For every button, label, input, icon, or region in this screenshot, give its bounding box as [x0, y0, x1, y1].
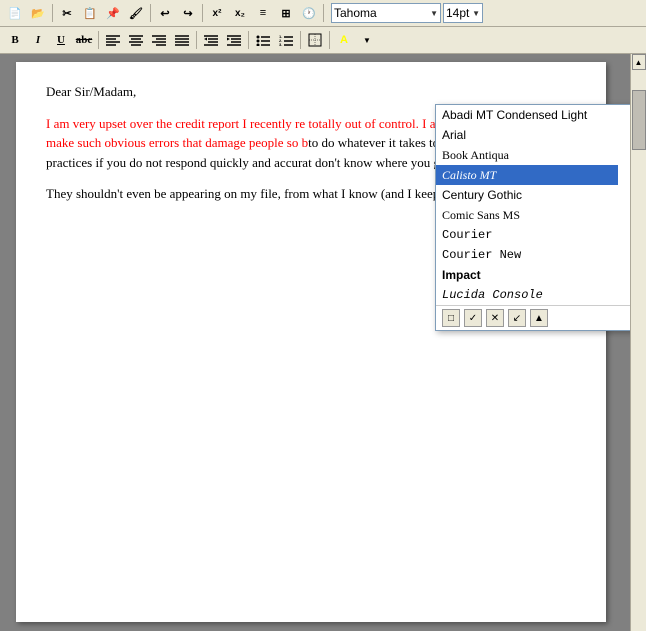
toolbar-container: 📄 📂 ✂ 📋 📌 🖌 ↩ ↪ x² x₂ ≡ ⊞ 🕐 Tahoma ▼ 14p… — [0, 0, 646, 54]
font-item-courier-new[interactable]: Courier New — [436, 245, 618, 265]
numbering-icon: 1. 2. 3. — [279, 34, 293, 46]
sep6 — [196, 31, 197, 49]
strikethrough-btn[interactable]: abc — [73, 29, 95, 51]
bold-btn[interactable]: B — [4, 29, 26, 51]
subscript-btn[interactable]: x₂ — [229, 2, 251, 24]
font-item-book-antiqua[interactable]: Book Antiqua — [436, 145, 618, 165]
font-size-dropdown[interactable]: 14pt ▼ — [443, 3, 483, 23]
cut-btn[interactable]: ✂ — [56, 2, 78, 24]
sep1 — [52, 4, 53, 22]
sep3 — [202, 4, 203, 22]
font-item-century-gothic[interactable]: Century Gothic — [436, 185, 618, 205]
font-item-calisto-mt[interactable]: Calisto MT — [436, 165, 618, 185]
font-size-arrow: ▼ — [472, 9, 480, 18]
superscript-btn[interactable]: x² — [206, 2, 228, 24]
numbering-btn[interactable]: 1. 2. 3. — [275, 29, 297, 51]
font-item-lucida-console[interactable]: Lucida Console — [436, 285, 618, 305]
indent-increase-icon — [204, 34, 218, 46]
align-left-icon — [106, 34, 120, 46]
toolbar-row1: 📄 📂 ✂ 📋 📌 🖌 ↩ ↪ x² x₂ ≡ ⊞ 🕐 Tahoma ▼ 14p… — [0, 0, 646, 27]
indent-decrease-btn[interactable] — [223, 29, 245, 51]
indent-decrease-icon — [227, 34, 241, 46]
sep5 — [98, 31, 99, 49]
font-item-comic-sans-ms[interactable]: Comic Sans MS — [436, 205, 618, 225]
font-selector: Tahoma ▼ 14pt ▼ — [331, 3, 483, 23]
preview-icon[interactable]: □ — [442, 309, 460, 327]
open-btn[interactable]: 📂 — [27, 2, 49, 24]
cursor-icon[interactable]: ↙ — [508, 309, 526, 327]
format-icon[interactable]: ▲ — [530, 309, 548, 327]
sep2 — [150, 4, 151, 22]
sep8 — [300, 31, 301, 49]
clock-btn[interactable]: 🕐 — [298, 2, 320, 24]
paste-btn[interactable]: 📌 — [102, 2, 124, 24]
align-right-icon — [152, 34, 166, 46]
justify-icon — [175, 34, 189, 46]
format-painter-btn[interactable]: 🖌 — [125, 2, 147, 24]
align-right-btn[interactable] — [148, 29, 170, 51]
align-center-icon — [129, 34, 143, 46]
align-left-btn[interactable] — [102, 29, 124, 51]
document-scrollbar[interactable]: ▲ — [630, 54, 646, 631]
new-btn[interactable]: 📄 — [4, 2, 26, 24]
list-btn[interactable]: ≡ — [252, 2, 274, 24]
svg-text:3.: 3. — [279, 42, 282, 46]
greeting: Dear Sir/Madam, — [46, 82, 576, 102]
bullets-icon — [256, 34, 270, 46]
justify-btn[interactable] — [171, 29, 193, 51]
redo-btn[interactable]: ↪ — [177, 2, 199, 24]
copy-btn[interactable]: 📋 — [79, 2, 101, 24]
sep4 — [323, 4, 324, 22]
highlight-btn[interactable]: A — [333, 29, 355, 51]
document-wrapper: Dear Sir/Madam, I am very upset over the… — [0, 54, 646, 631]
font-name-arrow: ▼ — [430, 9, 438, 18]
font-item-arial[interactable]: Arial — [436, 125, 618, 145]
sep7 — [248, 31, 249, 49]
bullets-btn[interactable] — [252, 29, 274, 51]
scrollbar-thumb[interactable] — [632, 90, 646, 150]
sep9 — [329, 31, 330, 49]
align-center-btn[interactable] — [125, 29, 147, 51]
undo-btn[interactable]: ↩ — [154, 2, 176, 24]
indent-increase-btn[interactable] — [200, 29, 222, 51]
scroll-up-btn[interactable]: ▲ — [632, 54, 646, 70]
font-item-abadi-mt-condensed-light[interactable]: Abadi MT Condensed Light — [436, 105, 618, 125]
document-main: Dear Sir/Madam, I am very upset over the… — [0, 54, 630, 631]
font-item-courier[interactable]: Courier — [436, 225, 618, 245]
font-dropdown: Abadi MT Condensed LightArialBook Antiqu… — [435, 104, 630, 331]
font-list: Abadi MT Condensed LightArialBook Antiqu… — [436, 105, 618, 305]
font-dropdown-bottom: □ ✓ ✕ ↙ ▲ — [436, 305, 630, 330]
border-icon — [308, 33, 322, 47]
toolbar-row2: B I U abc — [0, 27, 646, 53]
table-btn[interactable]: ⊞ — [275, 2, 297, 24]
font-item-impact[interactable]: Impact — [436, 265, 618, 285]
check-icon[interactable]: ✓ — [464, 309, 482, 327]
highlight-arrow-btn[interactable]: ▼ — [356, 29, 378, 51]
border-btn[interactable] — [304, 29, 326, 51]
delete-icon[interactable]: ✕ — [486, 309, 504, 327]
italic-btn[interactable]: I — [27, 29, 49, 51]
font-name-dropdown[interactable]: Tahoma ▼ — [331, 3, 441, 23]
underline-btn[interactable]: U — [50, 29, 72, 51]
